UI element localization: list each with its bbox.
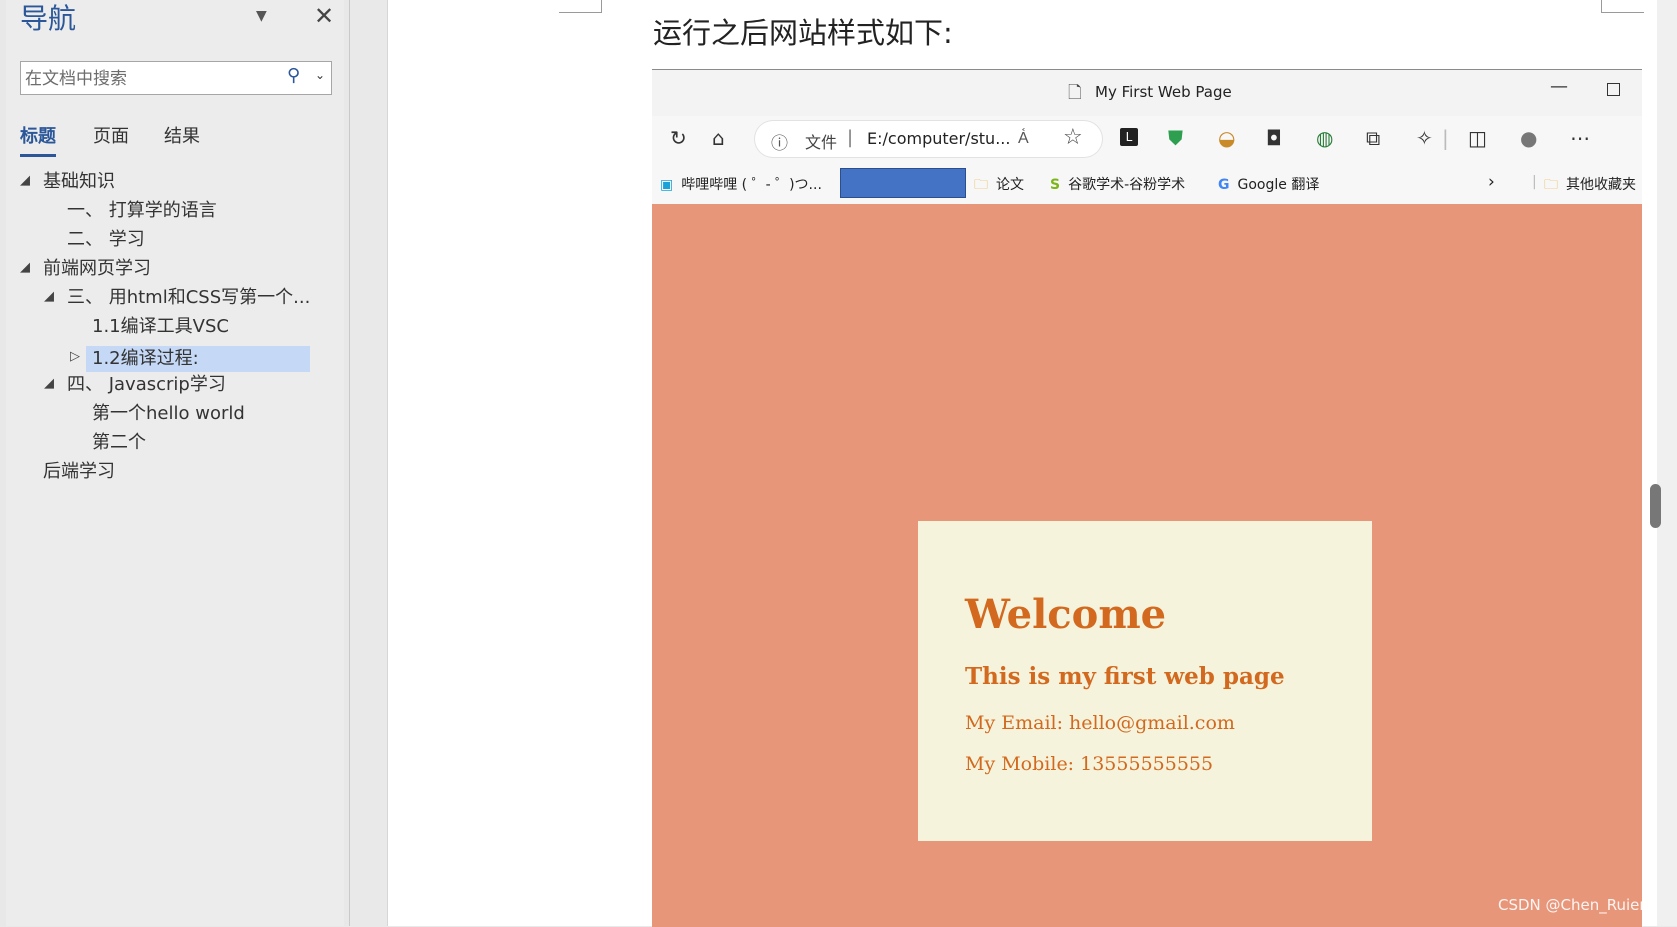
crop-mark <box>1601 0 1644 13</box>
browser-toolbar: ↻ ⌂ ⓘ 文件 | E:/computer/stu... A᷾ ☆ L ⛊ ◒… <box>652 116 1642 164</box>
bookmark-label: 其他收藏夹 <box>1566 177 1636 193</box>
bookmark-label: Google 翻译 <box>1237 177 1320 193</box>
address-bar[interactable]: ⓘ 文件 | E:/computer/stu... A᷾ ☆ <box>755 121 1102 157</box>
heading-item[interactable]: 三、 用html和CSS写第一个... <box>67 285 310 311</box>
collapse-arrow-icon[interactable]: ◢ <box>20 255 30 281</box>
heading-item[interactable]: 1.1编译工具VSC <box>92 314 229 340</box>
collapse-arrow-icon[interactable]: ◢ <box>44 371 54 397</box>
tab-pages[interactable]: 页面 <box>93 122 129 154</box>
globe-extension-icon[interactable]: ◍ <box>1316 126 1333 150</box>
vertical-scrollbar[interactable] <box>1657 0 1677 926</box>
watermark: CSDN @Chen_Ruieng <box>1498 896 1659 914</box>
mobile-text: My Mobile: 13555555555 <box>965 753 1214 775</box>
redacted-bookmark <box>840 168 966 198</box>
document-margin <box>351 0 387 926</box>
heading-item[interactable]: 一、 打算学的语言 <box>67 198 217 224</box>
bookmark-label: 哔哩哔哩 ( ゜- ゜)つ... <box>681 177 822 193</box>
home-icon[interactable]: ⌂ <box>712 126 725 150</box>
navigation-pane-body: 导航 ▼ ✕ ⚲ ⌄ 标题 页面 结果 ◢ 基础知识 一、 打算学的语言 二、 … <box>6 0 344 926</box>
heading-item[interactable]: 基础知识 <box>43 169 115 195</box>
extension-icon[interactable]: ◒ <box>1218 126 1235 150</box>
bookmark-bilibili[interactable]: ▣ 哔哩哔哩 ( ゜- ゜)つ... <box>660 174 822 194</box>
scrollbar-thumb[interactable] <box>1650 484 1661 528</box>
tab-headings[interactable]: 标题 <box>20 122 56 157</box>
bookmark-papers[interactable]: 🗀 论文 <box>974 174 1024 198</box>
heading-item[interactable]: 前端网页学习 <box>43 256 151 282</box>
bookmark-scholar[interactable]: S 谷歌学术-谷粉学术 <box>1050 174 1185 194</box>
favorite-star-icon[interactable]: ☆ <box>1063 125 1083 150</box>
search-box: ⚲ ⌄ <box>20 61 332 95</box>
collapse-arrow-icon[interactable]: ◢ <box>20 168 30 194</box>
crop-mark <box>559 0 602 13</box>
toolbar-divider: | <box>1442 126 1449 150</box>
folder-icon: 🗀 <box>1544 177 1558 193</box>
browser-tab-title: My First Web Page <box>1095 83 1232 101</box>
profile-icon[interactable]: ● <box>1520 126 1537 150</box>
folder-icon: 🗀 <box>974 177 988 193</box>
extensions-puzzle-icon[interactable]: ✧ <box>1416 126 1433 150</box>
bookmarks-divider: | <box>1532 174 1537 190</box>
page-heading: Welcome <box>965 591 1167 638</box>
pane-options-icon[interactable]: ▼ <box>256 8 267 24</box>
browser-screenshot: 🗋 My First Web Page — ↻ ⌂ ⓘ 文件 | E:/comp… <box>652 69 1642 927</box>
bookmark-label: 谷歌学术-谷粉学术 <box>1068 177 1186 193</box>
document-paragraph: 运行之后网站样式如下: <box>653 16 953 50</box>
heading-item[interactable]: 后端学习 <box>43 459 115 485</box>
navigation-pane: 导航 ▼ ✕ ⚲ ⌄ 标题 页面 结果 ◢ 基础知识 一、 打算学的语言 二、 … <box>0 0 350 926</box>
welcome-card: Welcome This is my first web page My Ema… <box>918 521 1372 841</box>
search-input[interactable] <box>23 66 287 92</box>
chevron-down-icon[interactable]: ⌄ <box>315 68 325 82</box>
refresh-icon[interactable]: ↻ <box>670 126 687 150</box>
extension-l-icon[interactable]: L <box>1120 128 1138 146</box>
expand-arrow-icon[interactable]: ▷ <box>70 344 80 370</box>
nav-pane-title: 导航 <box>20 2 77 35</box>
bookmark-label: 论文 <box>996 177 1024 193</box>
split-screen-icon[interactable]: ◫ <box>1468 126 1487 150</box>
address-url[interactable]: E:/computer/stu... <box>867 129 1010 148</box>
close-icon[interactable]: ✕ <box>314 2 334 30</box>
collapse-arrow-icon[interactable]: ◢ <box>44 284 54 310</box>
heading-item[interactable]: 四、 Javascrip学习 <box>67 372 226 398</box>
tab-results[interactable]: 结果 <box>164 122 200 154</box>
shield-extension-icon[interactable]: ⛊ <box>1168 126 1183 150</box>
maximize-icon[interactable] <box>1607 83 1620 96</box>
translate-icon: G <box>1218 177 1230 193</box>
tampermonkey-icon[interactable]: ◘ <box>1266 126 1282 150</box>
bookmarks-bar: ▣ 哔哩哔哩 ( ゜- ゜)つ... 🗀 论文 S 谷歌学术-谷粉学术 G Google… <box>652 164 1642 204</box>
heading-item-selected[interactable]: 1.2编译过程: <box>86 346 310 372</box>
heading-item[interactable]: 二、 学习 <box>67 227 145 253</box>
heading-item[interactable]: 第一个hello world <box>92 401 245 427</box>
heading-item[interactable]: 第二个 <box>92 430 146 456</box>
scholar-icon: S <box>1050 177 1061 193</box>
web-page-viewport: Welcome This is my first web page My Ema… <box>652 204 1642 927</box>
more-menu-icon[interactable]: ⋯ <box>1570 126 1590 150</box>
info-icon[interactable]: ⓘ <box>771 129 788 154</box>
address-scheme-label: 文件 <box>805 133 838 152</box>
collections-icon[interactable]: ⧉ <box>1366 126 1380 150</box>
browser-title-bar: 🗋 My First Web Page — <box>652 70 1642 116</box>
bookmark-other-favorites[interactable]: 🗀 其他收藏夹 <box>1544 174 1636 198</box>
page-subheading: This is my first web page <box>965 663 1285 690</box>
email-text: My Email: hello@gmail.com <box>965 712 1235 734</box>
read-aloud-icon[interactable]: A᷾ <box>1018 128 1029 148</box>
page-icon: 🗋 <box>1068 83 1082 103</box>
minimize-icon[interactable]: — <box>1550 76 1568 97</box>
address-separator: | <box>847 127 854 148</box>
bookmark-google-translate[interactable]: G Google 翻译 <box>1218 174 1319 194</box>
bilibili-icon: ▣ <box>660 177 674 193</box>
chevron-right-icon[interactable]: › <box>1488 172 1495 192</box>
search-icon[interactable]: ⚲ <box>287 65 300 86</box>
